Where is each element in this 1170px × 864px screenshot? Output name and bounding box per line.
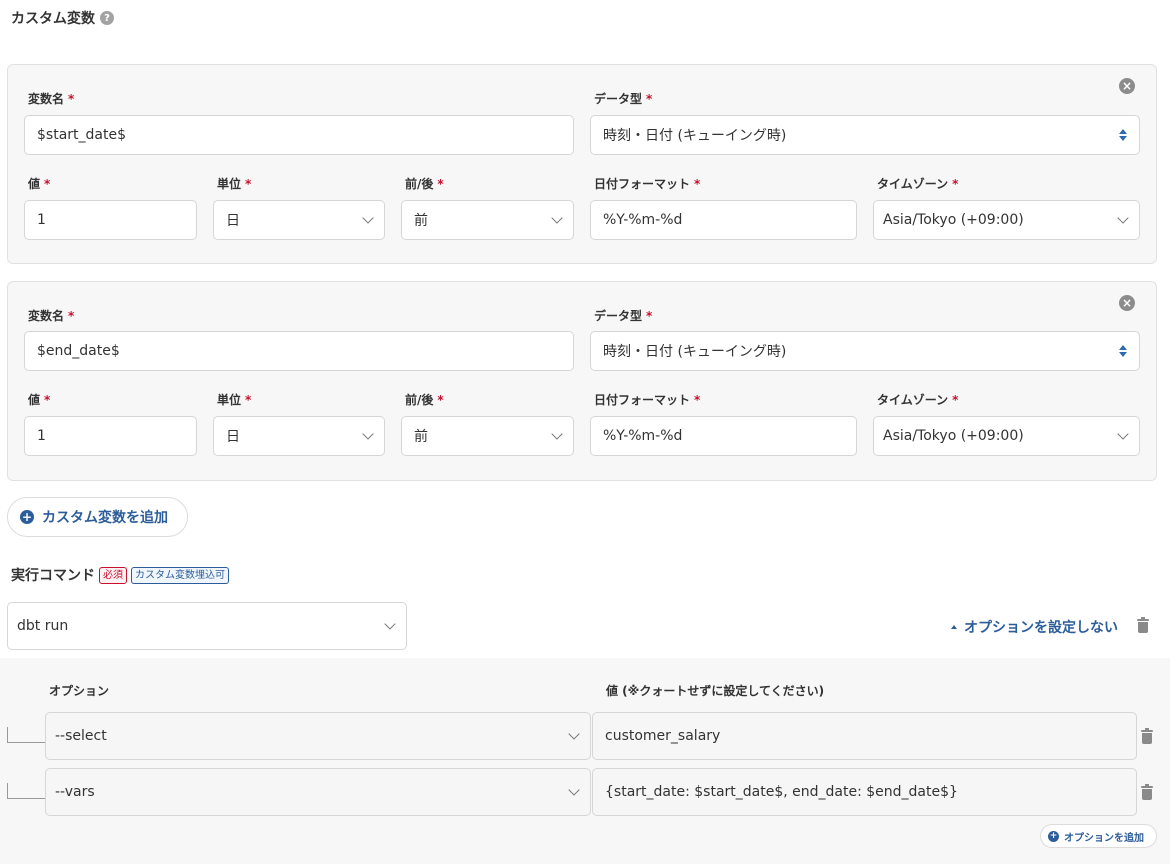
options-toggle-link[interactable]: オプションを設定しない xyxy=(951,617,1118,637)
value-input[interactable]: 1 xyxy=(24,416,197,456)
options-panel: オプション 値 (※クォートせずに設定してください) --select cust… xyxy=(0,658,1170,864)
trash-icon[interactable] xyxy=(1141,728,1153,744)
embed-badge: カスタム変数埋込可 xyxy=(131,566,229,584)
add-option-label: オプションを追加 xyxy=(1064,832,1144,844)
before-after-label: 前/後 * xyxy=(405,393,444,407)
var-name-input[interactable]: $end_date$ xyxy=(24,331,574,371)
unit-select[interactable]: 日 xyxy=(213,200,385,240)
option-value-input[interactable]: customer_salary xyxy=(592,712,1137,760)
unit-label: 単位 * xyxy=(217,177,252,191)
tree-connector xyxy=(7,783,45,799)
custom-var-card: × 変数名 * $end_date$ データ型 * 時刻・日付 (キューイング時) … xyxy=(7,281,1157,481)
custom-vars-title-text: カスタム変数 xyxy=(11,11,95,27)
date-format-label: 日付フォーマット * xyxy=(594,177,701,191)
date-format-input[interactable]: %Y-%m-%d xyxy=(590,200,857,240)
chevron-down-icon xyxy=(1117,212,1129,224)
chevron-down-icon xyxy=(1117,428,1129,440)
plus-circle-icon: + xyxy=(20,510,34,524)
chevron-down-icon xyxy=(568,784,580,796)
chevron-down-icon xyxy=(362,212,374,224)
chevron-down-icon xyxy=(362,428,374,440)
close-icon[interactable]: × xyxy=(1119,295,1135,311)
data-type-label: データ型 * xyxy=(594,309,653,323)
date-format-label: 日付フォーマット * xyxy=(594,393,701,407)
option-value-input[interactable]: {start_date: $start_date$, end_date: $en… xyxy=(592,768,1137,816)
data-type-label: データ型 * xyxy=(594,92,653,106)
trash-icon[interactable] xyxy=(1141,784,1153,800)
custom-vars-title: カスタム変数 ? xyxy=(11,8,114,28)
unit-select[interactable]: 日 xyxy=(213,416,385,456)
options-toggle-label: オプションを設定しない xyxy=(964,620,1118,636)
var-name-label: 変数名 * xyxy=(28,92,75,106)
required-badge: 必須 xyxy=(99,566,127,584)
var-name-label: 変数名 * xyxy=(28,309,75,323)
option-value-header: 値 (※クォートせずに設定してください) xyxy=(606,684,825,698)
updown-arrows-icon xyxy=(1119,345,1127,357)
timezone-select[interactable]: Asia/Tokyo (+09:00) xyxy=(873,200,1140,240)
value-label: 値 * xyxy=(28,393,51,407)
timezone-select[interactable]: Asia/Tokyo (+09:00) xyxy=(873,416,1140,456)
option-select[interactable]: --select xyxy=(45,712,591,760)
command-title-text: 実行コマンド xyxy=(11,568,95,584)
value-input[interactable]: 1 xyxy=(24,200,197,240)
timezone-label: タイムゾーン * xyxy=(877,393,959,407)
chevron-down-icon xyxy=(384,618,396,630)
unit-label: 単位 * xyxy=(217,393,252,407)
tree-connector xyxy=(7,727,45,743)
help-icon[interactable]: ? xyxy=(100,11,114,25)
updown-arrows-icon xyxy=(1119,129,1127,141)
value-label: 値 * xyxy=(28,177,51,191)
option-select[interactable]: --vars xyxy=(45,768,591,816)
timezone-label: タイムゾーン * xyxy=(877,177,959,191)
add-custom-var-label: カスタム変数を追加 xyxy=(42,510,168,526)
add-custom-var-button[interactable]: + カスタム変数を追加 xyxy=(7,497,188,537)
var-name-input[interactable]: $start_date$ xyxy=(24,115,574,155)
data-type-select[interactable]: 時刻・日付 (キューイング時) xyxy=(590,115,1140,155)
caret-up-icon xyxy=(951,625,957,629)
date-format-input[interactable]: %Y-%m-%d xyxy=(590,416,857,456)
add-option-button[interactable]: + オプションを追加 xyxy=(1040,824,1157,848)
close-icon[interactable]: × xyxy=(1119,78,1135,94)
custom-var-card: × 変数名 * $start_date$ データ型 * 時刻・日付 (キューイング時… xyxy=(7,64,1157,264)
command-select[interactable]: dbt run xyxy=(7,602,407,650)
before-after-label: 前/後 * xyxy=(405,177,444,191)
before-after-select[interactable]: 前 xyxy=(401,416,574,456)
trash-icon[interactable] xyxy=(1137,617,1149,633)
before-after-select[interactable]: 前 xyxy=(401,200,574,240)
data-type-select[interactable]: 時刻・日付 (キューイング時) xyxy=(590,331,1140,371)
chevron-down-icon xyxy=(568,728,580,740)
chevron-down-icon xyxy=(551,212,563,224)
plus-circle-icon: + xyxy=(1048,830,1059,842)
option-header: オプション xyxy=(49,684,110,698)
command-title: 実行コマンド 必須 カスタム変数埋込可 xyxy=(11,565,229,585)
chevron-down-icon xyxy=(551,428,563,440)
